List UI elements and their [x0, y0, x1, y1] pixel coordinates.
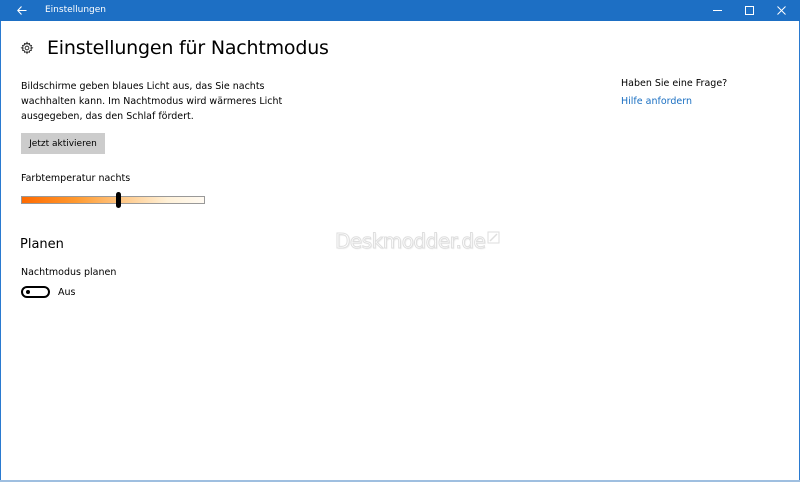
back-arrow-icon	[16, 6, 26, 15]
schedule-night-mode-label: Nachtmodus planen	[21, 267, 117, 278]
title-bar: Einstellungen	[0, 0, 800, 21]
schedule-section-heading: Planen	[20, 237, 64, 252]
minimize-icon	[712, 10, 722, 11]
help-question: Haben Sie eine Frage?	[621, 78, 728, 89]
maximize-button[interactable]	[732, 0, 766, 21]
color-temperature-slider[interactable]	[21, 192, 205, 208]
toggle-state-text: Aus	[58, 287, 76, 298]
gear-icon	[20, 41, 34, 55]
pencil-box-icon	[487, 231, 500, 244]
back-button[interactable]	[0, 0, 43, 21]
activate-now-button[interactable]: Jetzt aktivieren	[21, 133, 105, 154]
close-icon	[776, 6, 786, 15]
get-help-link[interactable]: Hilfe anfordern	[621, 96, 692, 107]
schedule-night-mode-toggle[interactable]	[21, 286, 50, 298]
close-button[interactable]	[764, 0, 798, 21]
window-title: Einstellungen	[45, 5, 107, 15]
toggle-knob	[26, 290, 30, 294]
description-text: Bildschirme geben blaues Licht aus, das …	[21, 81, 283, 122]
window-border-left	[0, 21, 1, 482]
page-header: Einstellungen für Nachtmodus	[20, 36, 329, 60]
watermark: Deskmodder.de	[334, 229, 500, 254]
watermark-text: Deskmodder.de	[334, 229, 486, 254]
slider-thumb[interactable]	[115, 192, 121, 208]
maximize-icon	[744, 6, 754, 15]
color-temperature-label: Farbtemperatur nachts	[21, 173, 131, 184]
page-title: Einstellungen für Nachtmodus	[47, 37, 329, 59]
minimize-button[interactable]	[700, 0, 734, 21]
